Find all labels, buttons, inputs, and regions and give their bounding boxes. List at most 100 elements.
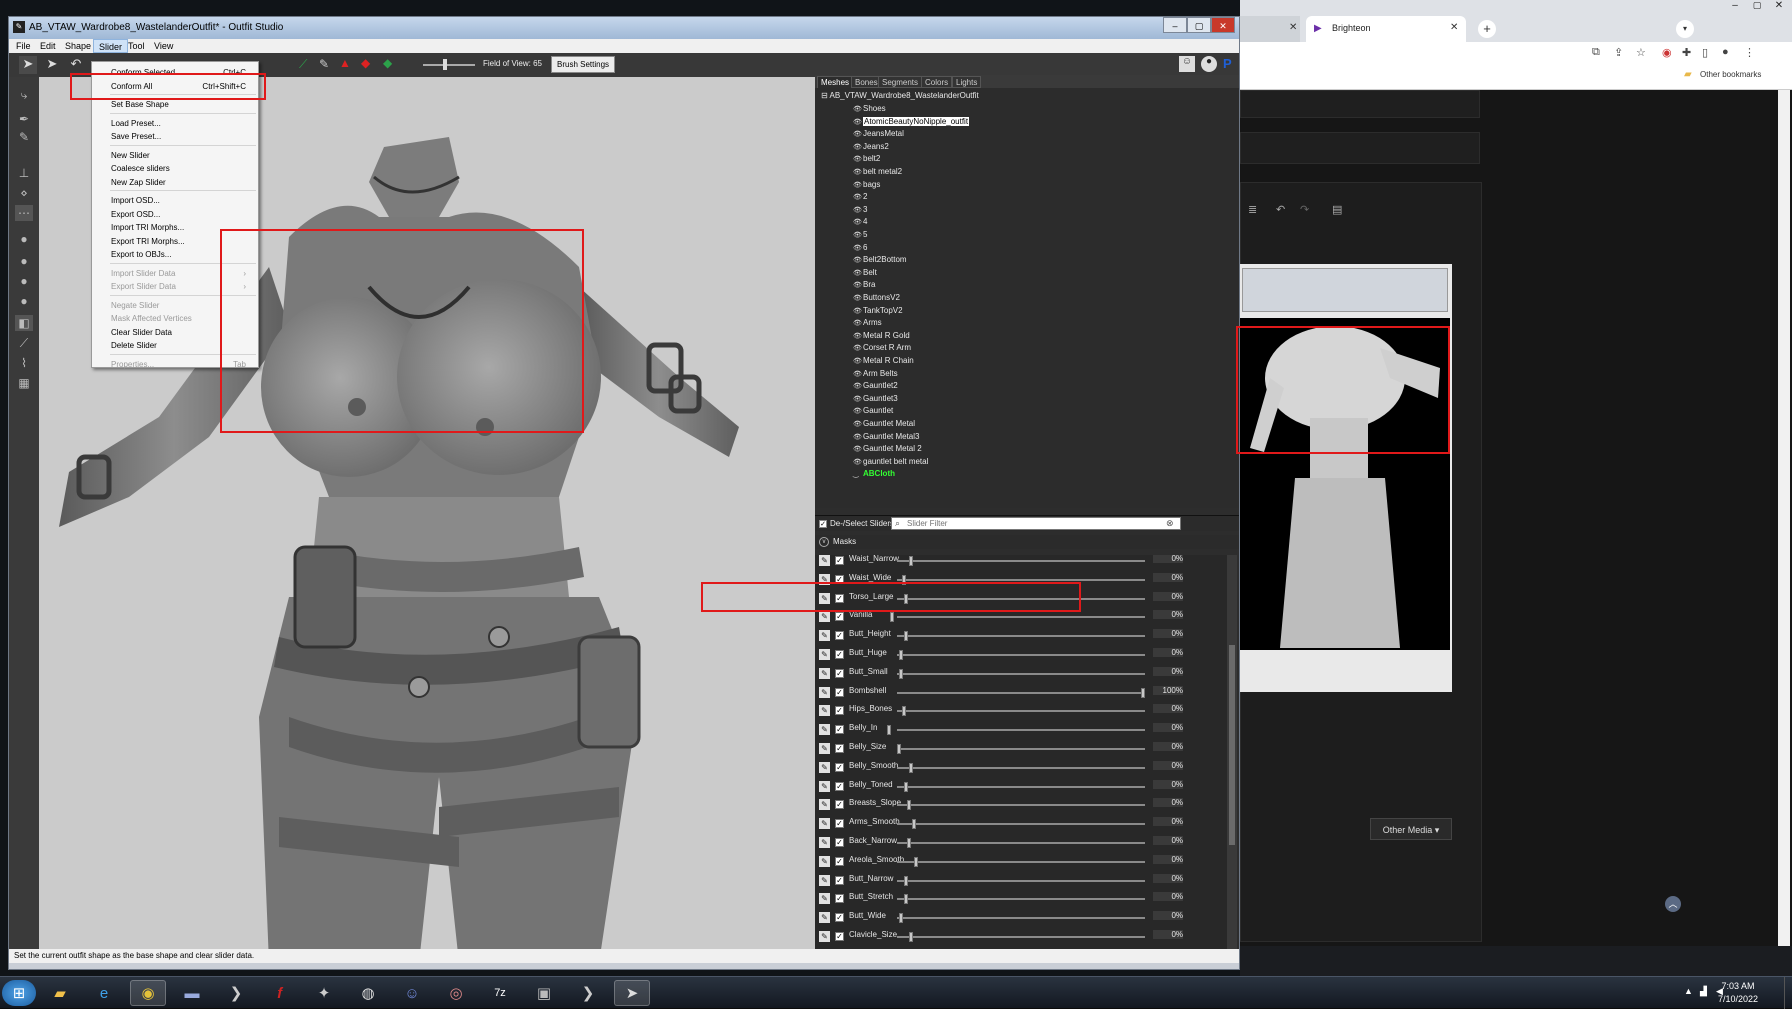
slider-checkbox[interactable]: ✓ xyxy=(835,894,844,903)
slider-menu-item[interactable]: Save Preset... xyxy=(92,130,258,143)
tab-segments[interactable]: Segments xyxy=(878,76,922,88)
alpha-brush-icon[interactable]: ◧ xyxy=(15,315,33,331)
slider-thumb[interactable] xyxy=(914,857,918,867)
slider-track[interactable] xyxy=(897,729,1145,731)
eye-icon[interactable]: 👁 xyxy=(853,394,863,406)
mesh-item[interactable]: 👁Metal R Gold xyxy=(853,330,910,342)
slider-value[interactable]: 0% xyxy=(1153,704,1183,713)
slider-checkbox[interactable]: ✓ xyxy=(835,782,844,791)
slider-thumb[interactable] xyxy=(899,669,903,679)
mask-brush-icon[interactable]: ✒ xyxy=(15,111,33,127)
slider-value[interactable]: 0% xyxy=(1153,911,1183,920)
undo-icon[interactable]: ↶ xyxy=(67,56,85,74)
mesh-item[interactable]: 👁Gauntlet Metal xyxy=(853,418,915,430)
slider-menu-item[interactable]: Export OSD... xyxy=(92,208,258,221)
eye-icon[interactable]: 👁 xyxy=(853,255,863,267)
eye-icon[interactable]: 👁 xyxy=(853,331,863,343)
other-bookmarks[interactable]: Other bookmarks xyxy=(1700,70,1761,79)
menu-file[interactable]: File xyxy=(11,39,36,53)
slider-value[interactable]: 0% xyxy=(1153,930,1183,939)
select-tool-icon[interactable]: ➤ xyxy=(19,56,37,74)
mesh-item[interactable]: 👁Corset R Arm xyxy=(853,342,911,354)
unmask-brush-icon[interactable]: ✎ xyxy=(15,129,33,145)
eye-icon[interactable]: ‿ xyxy=(853,469,863,481)
inflate-brush-icon[interactable]: ⊥ xyxy=(15,165,33,181)
app-icon[interactable]: ❯ xyxy=(218,980,254,1006)
new-tab-button[interactable]: + xyxy=(1478,20,1496,38)
slider-track[interactable] xyxy=(897,842,1145,844)
slider-checkbox[interactable]: ✓ xyxy=(835,819,844,828)
mirror-y-icon[interactable]: ▲ xyxy=(339,56,351,70)
mesh-item[interactable]: 👁5 xyxy=(853,229,867,241)
list-icon[interactable]: ≣ xyxy=(1248,203,1257,216)
slider-thumb[interactable] xyxy=(909,556,913,566)
chrome-icon[interactable]: ◉ xyxy=(130,980,166,1006)
slider-edit-icon[interactable]: ✎ xyxy=(819,630,830,641)
file-explorer-icon[interactable]: ▰ xyxy=(42,980,78,1006)
eye-icon[interactable]: 👁 xyxy=(853,343,863,355)
menu-edit[interactable]: Edit xyxy=(35,39,61,53)
masks-row[interactable]: v Masks xyxy=(815,535,1239,549)
github-icon[interactable]: ● xyxy=(1201,56,1217,72)
eye-icon[interactable]: 👁 xyxy=(853,432,863,444)
slider-edit-icon[interactable]: ✎ xyxy=(819,649,830,660)
slider-checkbox[interactable]: ✓ xyxy=(835,744,844,753)
pen-icon[interactable]: ✎ xyxy=(319,57,329,71)
slider-track[interactable] xyxy=(897,748,1145,750)
fov-slider-thumb[interactable] xyxy=(443,59,447,70)
mesh-tree-root[interactable]: ⊟ AB_VTAW_Wardrobe8_WastelanderOutfit xyxy=(821,90,979,102)
slider-filter-input[interactable] xyxy=(907,518,1157,529)
slider-track[interactable] xyxy=(897,898,1145,900)
slider-edit-icon[interactable]: ✎ xyxy=(819,818,830,829)
slider-checkbox[interactable]: ✓ xyxy=(835,650,844,659)
slider-menu-item[interactable]: New Slider xyxy=(92,149,258,162)
slider-checkbox[interactable]: ✓ xyxy=(835,631,844,640)
eye-icon[interactable]: 👁 xyxy=(853,356,863,368)
mesh-item[interactable]: 👁Belt xyxy=(853,267,877,279)
menu-icon[interactable]: ⋮ xyxy=(1744,46,1755,59)
eye-icon[interactable]: 👁 xyxy=(853,217,863,229)
slider-track[interactable] xyxy=(897,579,1145,581)
eye-icon[interactable]: 👁 xyxy=(853,205,863,217)
slider-value[interactable]: 0% xyxy=(1153,798,1183,807)
slider-value[interactable]: 0% xyxy=(1153,555,1183,563)
slider-value[interactable]: 0% xyxy=(1153,573,1183,582)
color-brush-icon[interactable]: ● xyxy=(15,293,33,309)
paypal-icon[interactable]: P xyxy=(1223,56,1232,71)
grid-icon[interactable]: ▦ xyxy=(15,375,33,391)
eye-icon[interactable]: 👁 xyxy=(853,369,863,381)
eye-icon[interactable]: 👁 xyxy=(853,117,863,129)
slider-value[interactable]: 0% xyxy=(1153,855,1183,864)
maximize-icon[interactable]: ▢ xyxy=(1748,0,1766,12)
eye-icon[interactable]: 👁 xyxy=(853,230,863,242)
slider-track[interactable] xyxy=(897,767,1145,769)
mesh-item[interactable]: 👁Metal R Chain xyxy=(853,355,914,367)
weight-brush-icon[interactable]: ● xyxy=(15,273,33,289)
mesh-item[interactable]: 👁Gauntlet xyxy=(853,405,893,417)
undo-icon[interactable]: ↶ xyxy=(1276,203,1285,216)
eye-icon[interactable]: 👁 xyxy=(853,154,863,166)
slider-thumb[interactable] xyxy=(890,612,894,622)
mesh-item[interactable]: 👁Shoes xyxy=(853,103,886,115)
flip-edge-icon[interactable]: ⌇ xyxy=(15,355,33,371)
slider-thumb[interactable] xyxy=(909,763,913,773)
scrollbar[interactable] xyxy=(1778,90,1790,946)
menu-tool[interactable]: Tool xyxy=(123,39,150,53)
slider-value[interactable]: 0% xyxy=(1153,648,1183,657)
collapse-vertex-icon[interactable]: ⟋ xyxy=(15,335,33,351)
slider-thumb[interactable] xyxy=(899,650,903,660)
mesh-item[interactable]: 👁Arms xyxy=(853,317,882,329)
slider-track[interactable] xyxy=(897,560,1145,562)
slider-thumb[interactable] xyxy=(907,800,911,810)
clock[interactable]: 7:03 AM 7/10/2022 xyxy=(1718,980,1758,1006)
slider-edit-icon[interactable]: ✎ xyxy=(819,856,830,867)
eye-icon[interactable]: 👁 xyxy=(853,293,863,305)
slider-checkbox[interactable]: ✓ xyxy=(835,913,844,922)
transform-tool-icon[interactable]: ➤ xyxy=(43,56,61,74)
eye-icon[interactable]: 👁 xyxy=(853,419,863,431)
mesh-item[interactable]: 👁Gauntlet Metal 2 xyxy=(853,443,922,455)
minimize-button[interactable]: – xyxy=(1163,17,1187,33)
app-icon[interactable]: ◎ xyxy=(438,980,474,1006)
puzzle-icon[interactable]: ✚ xyxy=(1682,46,1691,59)
extension-icon[interactable]: ◉ xyxy=(1662,46,1672,59)
